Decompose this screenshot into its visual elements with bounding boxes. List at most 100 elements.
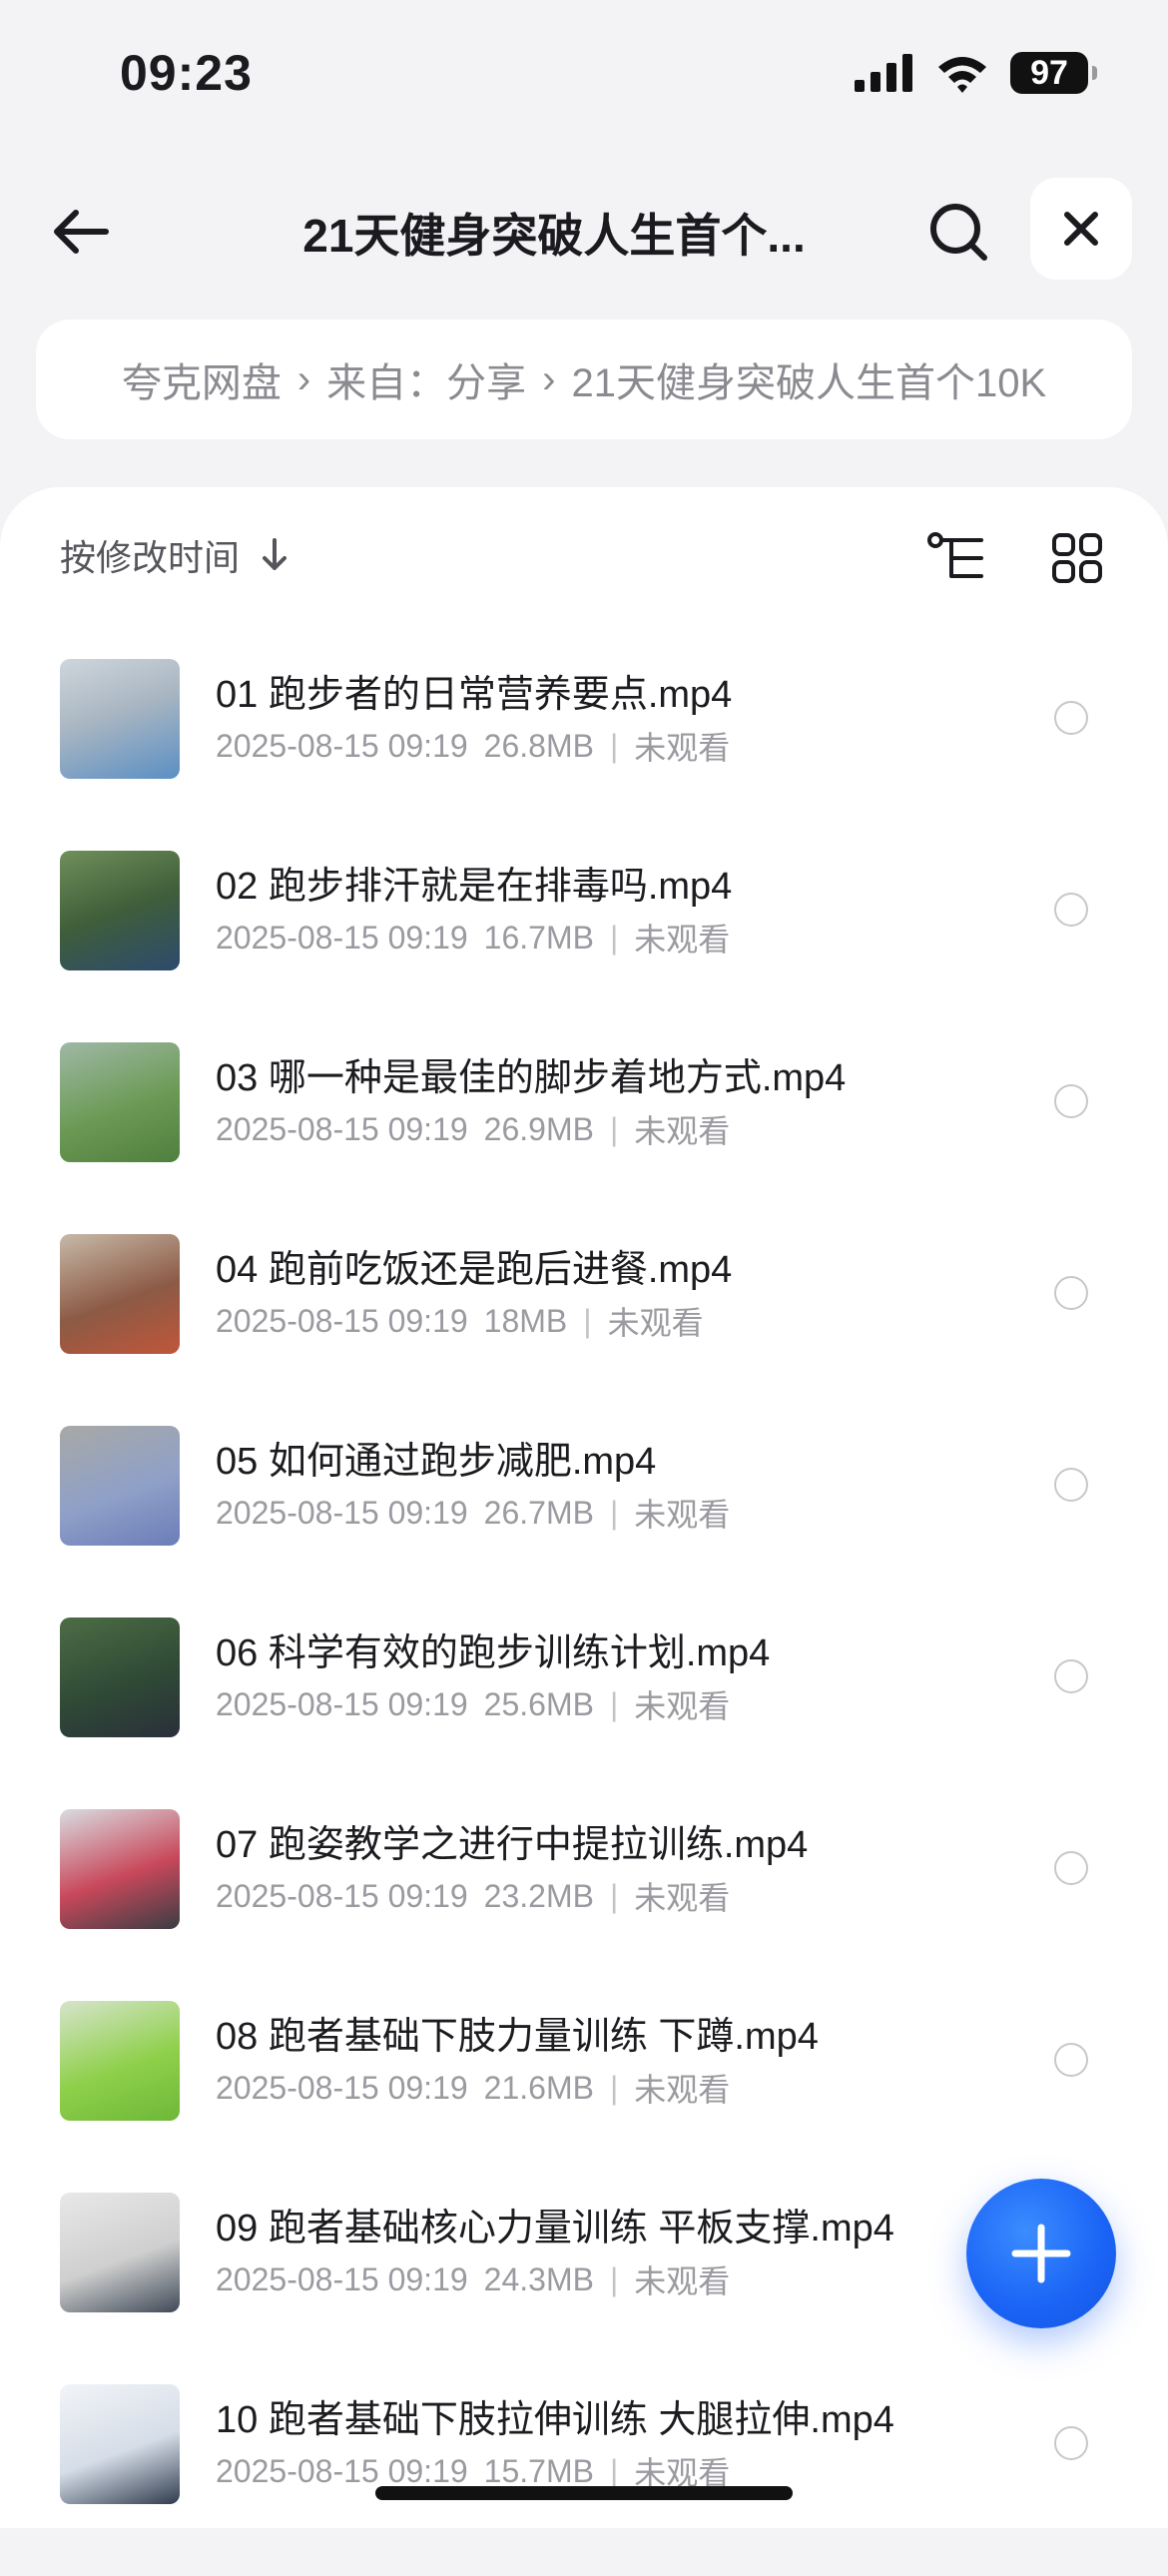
grid-view-button[interactable] [1044,525,1110,591]
file-name: 10 跑者基础下肢拉伸训练 大腿拉伸.mp4 [216,2399,894,2441]
file-meta: 2025-08-15 09:19 26.9MB | 未观看 [216,1106,730,1152]
file-date: 2025-08-15 09:19 [216,2452,468,2489]
wifi-icon [938,57,986,93]
tree-view-button[interactable] [924,525,990,591]
file-meta: 2025-08-15 09:19 25.6MB | 未观看 [216,1681,730,1727]
file-meta: 2025-08-15 09:19 26.8MB | 未观看 [216,723,730,769]
close-icon [1064,212,1098,246]
add-button[interactable] [966,2179,1116,2328]
search-button[interactable] [918,192,998,272]
file-size: 26.8MB [483,727,594,764]
file-meta: 2025-08-15 09:19 18MB | 未观看 [216,1298,704,1344]
watch-status: 未观看 [634,1688,731,1724]
meta-divider: | [609,1494,619,1531]
file-size: 15.7MB [483,2452,594,2489]
meta-divider: | [609,727,619,764]
home-indicator [375,2486,793,2500]
file-meta: 2025-08-15 09:19 16.7MB | 未观看 [216,915,730,961]
file-meta: 2025-08-15 09:19 24.3MB | 未观看 [216,2256,730,2302]
video-thumbnail [60,1426,180,1546]
file-meta: 2025-08-15 09:19 26.7MB | 未观看 [216,1490,730,1536]
file-row[interactable]: 07 跑姿教学之进行中提拉训练.mp4 2025-08-15 09:19 23.2M… [0,1809,1168,2001]
file-name: 03 哪一种是最佳的脚步着地方式.mp4 [216,1057,847,1099]
meta-divider: | [609,1685,619,1722]
file-size: 18MB [483,1302,568,1339]
file-date: 2025-08-15 09:19 [216,1685,468,1722]
file-size: 23.2MB [483,1877,594,1914]
video-thumbnail [60,1234,180,1354]
breadcrumb-separator: › [542,356,556,401]
file-name: 01 跑步者的日常营养要点.mp4 [216,674,733,716]
select-radio[interactable] [1054,1084,1088,1118]
file-row[interactable]: 03 哪一种是最佳的脚步着地方式.mp4 2025-08-15 09:19 26.9… [0,1042,1168,1234]
video-thumbnail [60,2384,180,2504]
meta-divider: | [609,1110,619,1147]
breadcrumb-item-root[interactable]: 夸克网盘 [122,350,282,408]
file-row[interactable]: 10 跑者基础下肢拉伸训练 大腿拉伸.mp4 2025-08-15 09:19 15… [0,2384,1168,2576]
file-size: 25.6MB [483,1685,594,1722]
file-date: 2025-08-15 09:19 [216,1302,468,1339]
select-radio[interactable] [1054,2426,1088,2460]
select-radio[interactable] [1054,701,1088,735]
battery-icon: 97 [1010,52,1097,94]
watch-status: 未观看 [634,1497,731,1533]
file-row[interactable]: 08 跑者基础下肢力量训练 下蹲.mp4 2025-08-15 09:19 21.6… [0,2001,1168,2193]
back-button[interactable] [40,192,120,272]
watch-status: 未观看 [634,730,731,766]
file-row[interactable]: 02 跑步排汗就是在排毒吗.mp4 2025-08-15 09:19 16.7MB |… [0,851,1168,1042]
video-thumbnail [60,851,180,970]
file-size: 21.6MB [483,2069,594,2106]
file-row[interactable]: 01 跑步者的日常营养要点.mp4 2025-08-15 09:19 26.8MB |… [0,659,1168,851]
video-thumbnail [60,2193,180,2312]
meta-divider: | [609,919,619,956]
file-name: 07 跑姿教学之进行中提拉训练.mp4 [216,1824,809,1866]
file-size: 16.7MB [483,919,594,956]
file-row[interactable]: 06 科学有效的跑步训练计划.mp4 2025-08-15 09:19 25.6MB… [0,1617,1168,1809]
breadcrumb-separator: › [296,356,311,401]
select-radio[interactable] [1054,1468,1088,1502]
file-name: 02 跑步排汗就是在排毒吗.mp4 [216,866,733,908]
nav-bar: 21天健身突破人生首个... [0,170,1168,290]
meta-divider: | [609,2069,619,2106]
status-bar: 09:23 97 [0,0,1168,150]
sort-button[interactable]: 按修改时间 [60,529,290,581]
select-radio[interactable] [1054,1659,1088,1693]
file-date: 2025-08-15 09:19 [216,1110,468,1147]
signal-icon [855,54,912,92]
file-meta: 2025-08-15 09:19 23.2MB | 未观看 [216,1873,730,1919]
breadcrumb-item-share[interactable]: 来自：分享 [326,350,526,408]
meta-divider: | [583,1302,592,1339]
page-title: 21天健身突破人生首个... [302,210,806,262]
file-date: 2025-08-15 09:19 [216,2069,468,2106]
select-radio[interactable] [1054,1276,1088,1310]
tree-view-icon [927,532,983,578]
breadcrumb: 夸克网盘 › 来自：分享 › 21天健身突破人生首个10K [36,320,1132,439]
watch-status: 未观看 [607,1305,704,1341]
breadcrumb-item-current: 21天健身突破人生首个10K [571,361,1047,405]
select-radio[interactable] [1054,2043,1088,2077]
search-icon [930,204,987,261]
file-row[interactable]: 04 跑前吃饭还是跑后进餐.mp4 2025-08-15 09:19 18MB | 未观… [0,1234,1168,1426]
arrow-left-icon [54,210,109,254]
file-size: 24.3MB [483,2260,594,2297]
select-radio[interactable] [1054,1851,1088,1885]
close-button[interactable] [1030,178,1132,280]
file-name: 05 如何通过跑步减肥.mp4 [216,1441,657,1483]
meta-divider: | [609,2452,619,2489]
file-row[interactable]: 05 如何通过跑步减肥.mp4 2025-08-15 09:19 26.7MB | 未观… [0,1426,1168,1617]
watch-status: 未观看 [634,2072,731,2108]
file-name: 08 跑者基础下肢力量训练 下蹲.mp4 [216,2016,819,2058]
file-date: 2025-08-15 09:19 [216,727,468,764]
select-radio[interactable] [1054,893,1088,927]
file-name: 09 跑者基础核心力量训练 平板支撑.mp4 [216,2208,894,2250]
video-thumbnail [60,659,180,779]
status-icons: 97 [855,52,1097,94]
video-thumbnail [60,1042,180,1162]
file-size: 26.7MB [483,1494,594,1531]
file-name: 04 跑前吃饭还是跑后进餐.mp4 [216,1249,733,1291]
watch-status: 未观看 [634,2263,731,2299]
meta-divider: | [609,1877,619,1914]
video-thumbnail [60,1617,180,1737]
grid-view-icon [1052,533,1102,583]
file-meta: 2025-08-15 09:19 21.6MB | 未观看 [216,2065,730,2111]
